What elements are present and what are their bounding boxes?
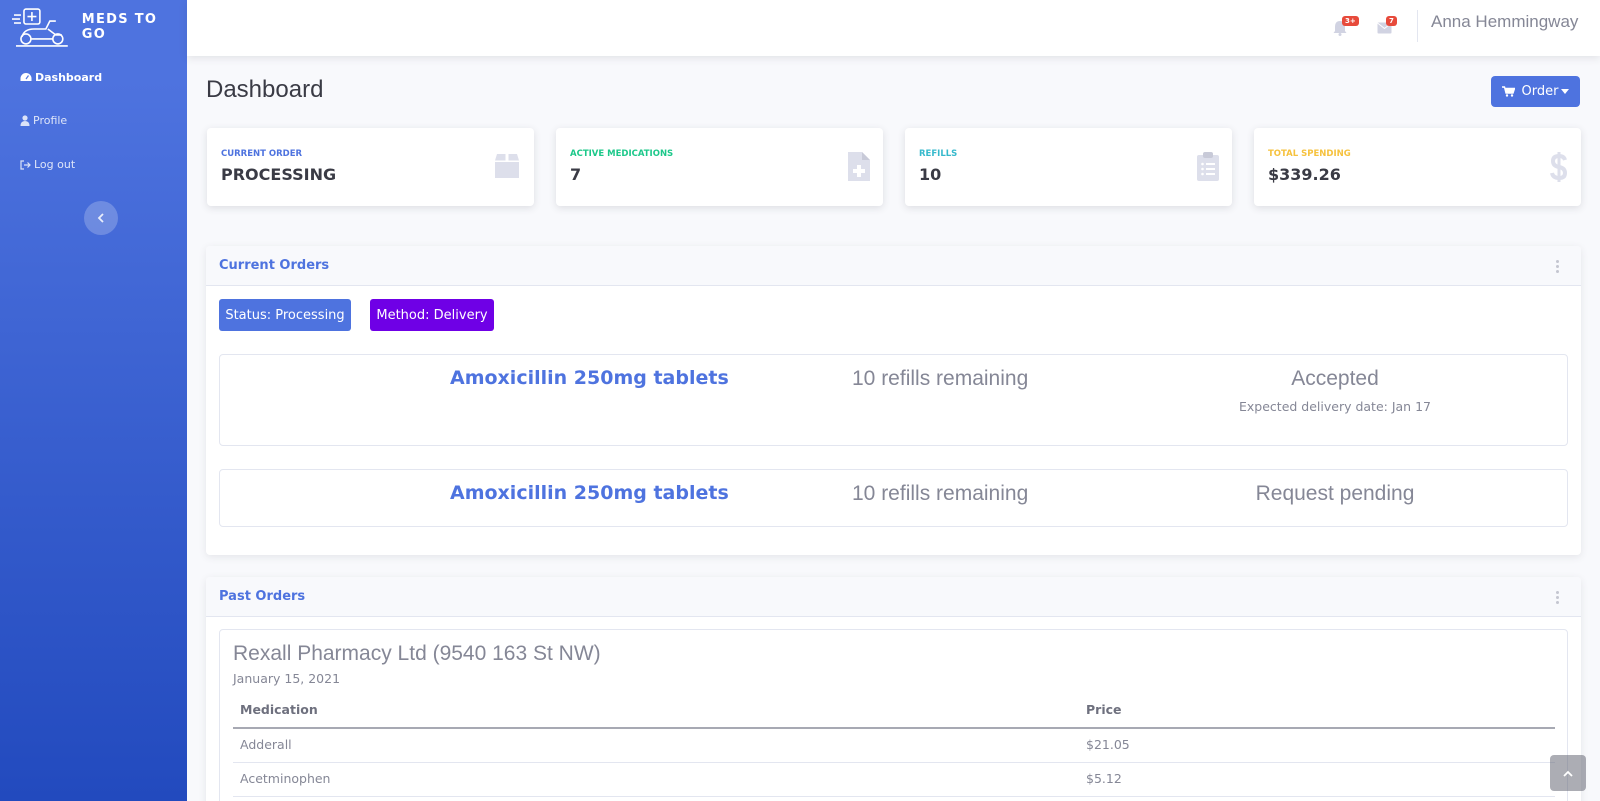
medication-name[interactable]: Amoxicillin 250mg tablets [450, 482, 729, 504]
topbar: 3+ 7 Anna Hemmingway [187, 0, 1600, 56]
sidebar-item-logout[interactable]: Log out [20, 158, 75, 171]
column-header-medication: Medication [240, 702, 318, 717]
table-header-divider [233, 727, 1555, 729]
alerts-badge: 3+ [1342, 16, 1359, 26]
sidebar: MEDS TO GO Dashboard Profile Log out [0, 0, 187, 801]
stat-card-current-order: CURRENT ORDER PROCESSING [207, 128, 534, 206]
card-header: Current Orders [206, 246, 1581, 286]
messages-button[interactable]: 7 [1377, 16, 1399, 36]
page-title: Dashboard [206, 76, 324, 103]
stat-label: ACTIVE MEDICATIONS [570, 149, 674, 159]
clipboard-list-icon [1197, 152, 1219, 181]
caret-down-icon [1561, 89, 1570, 94]
chevron-left-icon [97, 213, 104, 223]
refills-remaining: 10 refills remaining [852, 367, 1029, 390]
stat-label: CURRENT ORDER [221, 149, 303, 159]
past-order-box: Rexall Pharmacy Ltd (9540 163 St NW) Jan… [219, 629, 1568, 801]
kebab-menu-icon[interactable] [1556, 260, 1559, 273]
topbar-divider [1417, 10, 1418, 42]
order-button[interactable]: Order [1491, 76, 1580, 107]
order-button-label: Order [1521, 84, 1559, 99]
sidebar-item-label: Profile [33, 114, 68, 127]
prescription-file-icon [848, 152, 870, 181]
alerts-button[interactable]: 3+ [1333, 16, 1359, 36]
stat-value: 10 [919, 165, 942, 184]
messages-badge: 7 [1386, 16, 1397, 26]
row-divider [233, 762, 1555, 763]
table-cell-medication: Acetminophen [240, 771, 331, 786]
sidebar-toggle-button[interactable] [84, 201, 118, 235]
sidebar-item-label: Log out [34, 158, 76, 171]
table-cell-price: $5.12 [1086, 771, 1122, 786]
brand-name: MEDS TO GO [81, 12, 158, 42]
status-pill[interactable]: Status: Processing [219, 299, 351, 331]
cart-icon [1501, 86, 1515, 97]
pharmacy-name: Rexall Pharmacy Ltd (9540 163 St NW) [233, 642, 601, 665]
dollar-icon [1550, 152, 1568, 182]
user-icon [20, 115, 30, 126]
medication-name[interactable]: Amoxicillin 250mg tablets [450, 367, 729, 389]
stat-card-active-medications: ACTIVE MEDICATIONS 7 [556, 128, 883, 206]
user-name[interactable]: Anna Hemmingway [1431, 12, 1578, 32]
column-header-price: Price [1086, 702, 1122, 717]
kebab-menu-icon[interactable] [1556, 591, 1559, 604]
method-pill[interactable]: Method: Delivery [370, 299, 494, 331]
stat-label: TOTAL SPENDING [1268, 149, 1351, 159]
order-status: Request pending [1255, 482, 1415, 505]
chevron-up-icon [1563, 770, 1573, 777]
stat-value: $339.26 [1268, 165, 1341, 184]
brand[interactable]: MEDS TO GO [0, 0, 187, 54]
stat-value: 7 [570, 165, 582, 184]
sidebar-item-dashboard[interactable]: Dashboard [20, 71, 102, 84]
refills-remaining: 10 refills remaining [852, 482, 1029, 505]
order-date: January 15, 2021 [233, 671, 341, 686]
table-cell-price: $21.05 [1086, 737, 1130, 752]
scroll-to-top-button[interactable] [1550, 755, 1586, 791]
box-icon [495, 154, 519, 178]
sign-out-icon [20, 159, 31, 170]
stat-label: REFILLS [919, 149, 958, 159]
delivery-scooter-logo-icon [12, 8, 68, 47]
tachometer-icon [20, 73, 32, 81]
table-cell-medication: Adderall [240, 737, 292, 752]
order-row[interactable]: Amoxicillin 250mg tablets 10 refills rem… [219, 354, 1568, 446]
card-header: Past Orders [206, 577, 1581, 617]
order-status: Accepted [1291, 367, 1379, 390]
stat-value: PROCESSING [221, 165, 337, 184]
sidebar-item-profile[interactable]: Profile [20, 114, 67, 127]
sidebar-item-label: Dashboard [35, 71, 103, 84]
stat-card-total-spending: TOTAL SPENDING $339.26 [1254, 128, 1581, 206]
order-row[interactable]: Amoxicillin 250mg tablets 10 refills rem… [219, 469, 1568, 527]
expected-delivery-date: Expected delivery date: Jan 17 [1239, 399, 1431, 414]
row-divider [233, 796, 1555, 797]
card-title: Past Orders [219, 589, 306, 604]
stat-card-refills: REFILLS 10 [905, 128, 1232, 206]
card-title: Current Orders [219, 258, 330, 273]
